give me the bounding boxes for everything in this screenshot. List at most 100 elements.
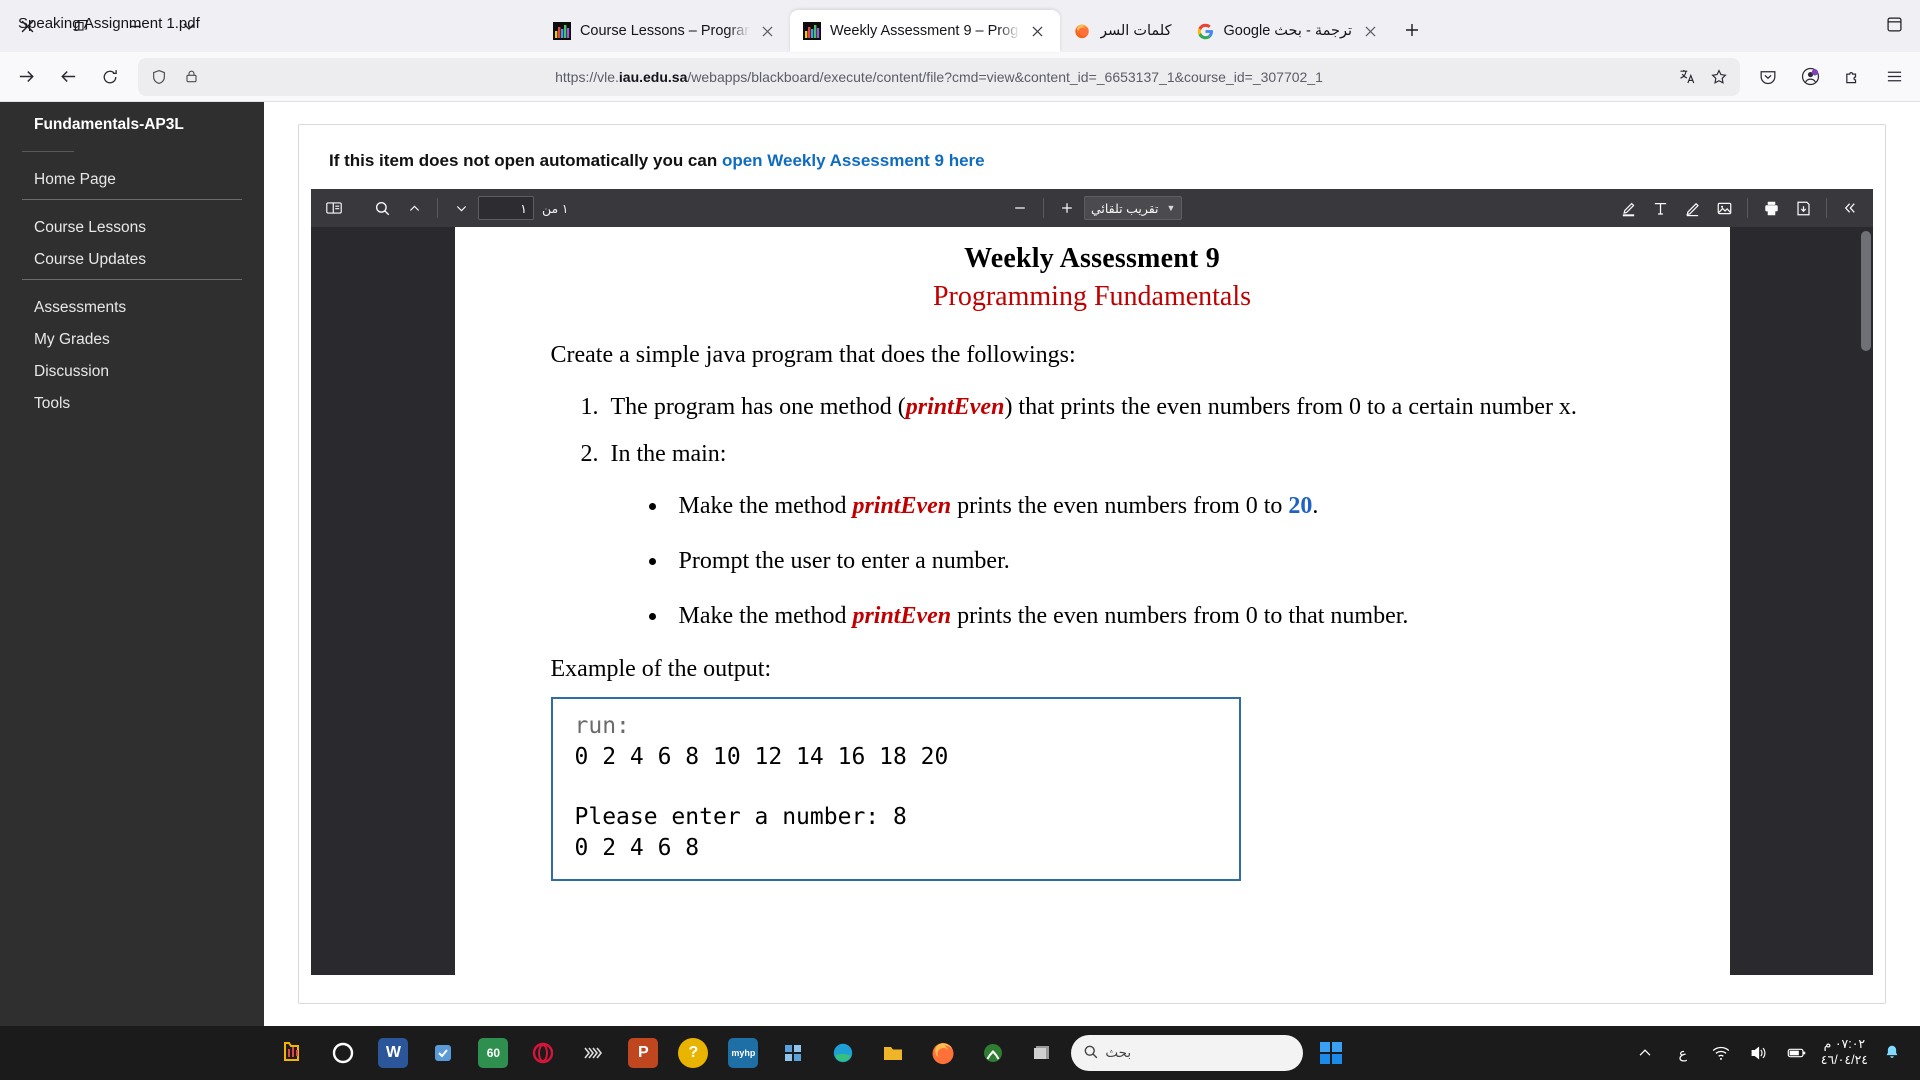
print-icon[interactable] — [1756, 194, 1786, 222]
document-ordered-list: The program has one method (printEven) t… — [605, 387, 1634, 637]
star-icon[interactable] — [1708, 66, 1730, 88]
clock[interactable]: ٠٧:٠٢ م ٤٦/٠٤/٢٤ — [1821, 1037, 1868, 1068]
windows-start-icon — [1320, 1042, 1343, 1064]
sidebar-item-assessments[interactable]: Assessments — [0, 292, 264, 324]
app-xbox[interactable] — [971, 1031, 1015, 1075]
item2-text: In the main: — [610, 441, 727, 468]
search-icon[interactable] — [1083, 1044, 1099, 1063]
sidebar-item-tools[interactable]: Tools — [0, 388, 264, 420]
app-myhp[interactable]: myhp — [721, 1031, 765, 1075]
output-blank-line — [575, 772, 1217, 802]
minimize-window-button[interactable] — [108, 4, 162, 48]
chevron-up-icon[interactable] — [1631, 1039, 1659, 1067]
app-powerpoint[interactable]: P — [621, 1031, 665, 1075]
new-tab-button[interactable] — [1392, 10, 1432, 50]
app-window[interactable] — [1021, 1031, 1065, 1075]
volume-icon[interactable] — [1745, 1039, 1773, 1067]
search-icon[interactable] — [367, 194, 397, 222]
hamburger-menu-icon[interactable] — [1874, 58, 1914, 96]
battery-icon[interactable] — [1783, 1039, 1811, 1067]
sidebar-panel-icon[interactable] — [319, 194, 349, 222]
taskbar-search-box[interactable]: بحث — [1071, 1035, 1304, 1071]
add-image-icon[interactable] — [1709, 194, 1739, 222]
system-tray: ٠٧:٠٢ م ٤٦/٠٤/٢٤ ع — [1623, 1037, 1914, 1068]
bullet3-method-name: printEven — [852, 603, 952, 630]
previous-page-button[interactable] — [399, 194, 429, 222]
wifi-icon[interactable] — [1707, 1039, 1735, 1067]
toolbar-divider — [1747, 198, 1748, 218]
draw-icon[interactable] — [1677, 194, 1707, 222]
restore-window-button[interactable] — [54, 4, 108, 48]
url-suffix: /webapps/blackboard/execute/content/file… — [687, 68, 1323, 85]
sidebar-item-home-page[interactable]: Home Page — [0, 164, 264, 196]
reload-icon[interactable] — [90, 58, 130, 96]
pocket-icon[interactable] — [1748, 58, 1788, 96]
language-indicator[interactable]: ع — [1669, 1039, 1697, 1067]
pdf-toolbar: ▼ تقريب تلقائي ١ من ١ — [311, 189, 1873, 227]
extensions-icon[interactable] — [1832, 58, 1872, 96]
tab-close-icon[interactable] — [758, 21, 778, 41]
zoom-in-button[interactable] — [1052, 194, 1082, 222]
add-text-icon[interactable] — [1645, 194, 1675, 222]
zoom-value: تقريب تلقائي — [1090, 201, 1159, 216]
document-intro: Create a simple java program that does t… — [550, 342, 1076, 368]
app-folder[interactable] — [871, 1031, 915, 1075]
app-opera[interactable] — [521, 1031, 565, 1075]
bullet3-part-a: Make the method — [678, 603, 853, 630]
zoom-out-button[interactable] — [1005, 194, 1035, 222]
sidebar-item-course-lessons[interactable]: Course Lessons — [0, 212, 264, 244]
download-icon[interactable] — [1788, 194, 1818, 222]
zoom-select[interactable]: ▼ تقريب تلقائي — [1083, 196, 1183, 220]
lock-icon[interactable] — [180, 66, 202, 88]
highlight-icon[interactable] — [1613, 194, 1643, 222]
back-arrow-icon[interactable] — [48, 58, 88, 96]
open-assessment-link[interactable]: open Weekly Assessment 9 here — [722, 151, 985, 170]
menu-divider — [22, 199, 242, 200]
page-number-input[interactable]: ١ — [478, 196, 534, 220]
sidebar-item-my-grades[interactable]: My Grades — [0, 324, 264, 356]
shield-icon[interactable] — [148, 66, 170, 88]
bullet1-part-a: Make the method — [678, 492, 853, 519]
blackboard-content-area: If this item does not open automatically… — [264, 102, 1920, 1026]
tab-passwords[interactable]: كلمات السر — [1060, 10, 1184, 52]
clock-date: ٤٦/٠٤/٢٤ — [1820, 1053, 1868, 1067]
app-camera-60[interactable]: 60 — [471, 1031, 515, 1075]
sidebar-item-course-updates[interactable]: Course Updates — [0, 244, 264, 276]
tab-close-icon[interactable] — [1360, 21, 1380, 41]
start-button[interactable] — [1309, 1031, 1353, 1075]
tab-list-chevron-button[interactable] — [162, 4, 216, 48]
close-window-button[interactable] — [0, 4, 54, 48]
app-edge[interactable] — [821, 1031, 865, 1075]
app-grid[interactable] — [571, 1031, 615, 1075]
content-card: If this item does not open automatically… — [298, 124, 1886, 1004]
url-prefix: https://vle. — [555, 68, 619, 85]
app-widgets[interactable] — [771, 1031, 815, 1075]
tab-weekly-assessment-9[interactable]: Weekly Assessment 9 – Program — [789, 10, 1060, 52]
double-chevron-left-icon[interactable] — [1835, 194, 1865, 222]
forward-arrow-icon[interactable] — [6, 58, 46, 96]
url-text: https://vle.iau.edu.sa/webapps/blackboar… — [212, 69, 1666, 85]
firefox-icon — [1072, 21, 1092, 41]
account-icon[interactable] — [1790, 58, 1830, 96]
list-all-tabs-icon[interactable] — [1876, 6, 1912, 42]
next-page-button[interactable] — [446, 194, 476, 222]
app-store[interactable] — [421, 1031, 465, 1075]
menu-divider — [22, 151, 74, 152]
app-file-explorer[interactable] — [271, 1031, 315, 1075]
url-bar[interactable]: https://vle.iau.edu.sa/webapps/blackboar… — [138, 57, 1740, 96]
tab-google-translate[interactable]: ترجمة - بحث Google — [1184, 10, 1392, 52]
app-firefox[interactable] — [921, 1031, 965, 1075]
app-help[interactable]: ? — [671, 1031, 715, 1075]
pdf-scrollbar[interactable] — [1861, 231, 1871, 351]
pdf-page-1: Weekly Assessment 9 Programming Fundamen… — [454, 227, 1730, 975]
app-teams[interactable] — [321, 1031, 365, 1075]
pdf-page-stage[interactable]: Weekly Assessment 9 Programming Fundamen… — [311, 227, 1873, 975]
bell-icon[interactable] — [1878, 1039, 1906, 1067]
tab-course-lessons[interactable]: Course Lessons – Programming — [540, 10, 790, 52]
sidebar-item-discussion[interactable]: Discussion — [0, 356, 264, 388]
app-word[interactable]: W — [371, 1031, 415, 1075]
bullet1-number: 20 — [1288, 492, 1313, 519]
page-viewport: Fundamentals-AP3L Home Page Course Lesso… — [0, 102, 1920, 1026]
translate-icon[interactable] — [1676, 66, 1698, 88]
tab-close-icon[interactable] — [1028, 21, 1048, 41]
